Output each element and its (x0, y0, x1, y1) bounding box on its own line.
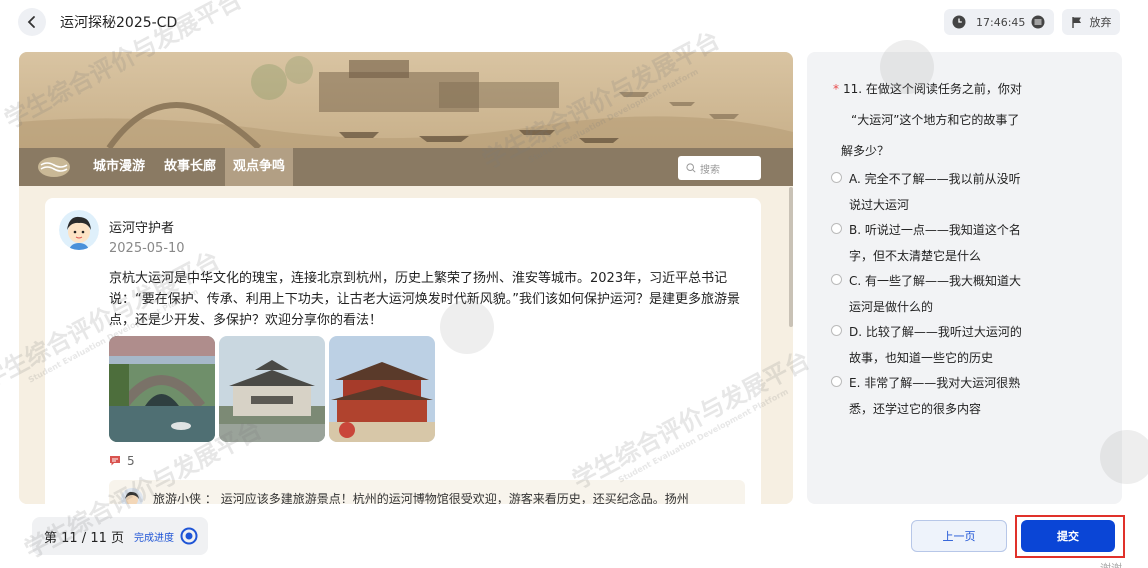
tab-debate[interactable]: 观点争鸣 (225, 148, 294, 186)
back-button[interactable] (18, 8, 46, 36)
post-card: 运河守护者 2025-05-10 京杭大运河是中华文化的瑰宝，连接北京到杭州，历… (45, 198, 761, 504)
timer: 17:46:45 (944, 9, 1054, 35)
give-up-label: 放弃 (1089, 16, 1112, 29)
canal-museum-photo[interactable] (219, 336, 325, 442)
search-placeholder: 搜索 (700, 164, 720, 176)
page-number: 第 11 / 11 页 (44, 530, 124, 546)
post-scrollbar[interactable] (789, 187, 793, 327)
tab-city-tour[interactable]: 城市漫游 (85, 148, 153, 186)
required-mark: * (833, 82, 839, 96)
option-a-line-1: A. 完全不了解——我以前从没听 (849, 172, 1021, 186)
search-input[interactable]: 搜索 (678, 156, 761, 180)
option-b-line-1: B. 听说过一点——我知道这个名 (849, 223, 1021, 237)
radio-d[interactable] (831, 325, 842, 336)
comment-icon (110, 456, 120, 466)
reply-text: 旅游小侠 ： 运河应该多建旅游景点！杭州的运河博物馆很受欢迎，游客来看历史，还买… (153, 490, 689, 504)
option-b[interactable]: B. 听说过一点——我知道这个名 字，但不太清楚它是什么 (831, 217, 1061, 269)
radio-a[interactable] (831, 172, 842, 183)
option-d[interactable]: D. 比较了解——我听过大运河的 故事，也知道一些它的历史 (831, 319, 1061, 371)
page-indicator: 第 11 / 11 页 完成进度 (32, 517, 208, 555)
option-c-line-1: C. 有一些了解——我大概知道大 (849, 274, 1022, 288)
canal-tower-photo[interactable] (329, 336, 435, 442)
post-list: 运河守护者 2025-05-10 京杭大运河是中华文化的瑰宝，连接北京到杭州，历… (19, 186, 793, 504)
question-stem-line-2: “大运河”这个地方和它的故事了 (851, 113, 1020, 127)
option-a-line-2: 说过大运河 (849, 198, 910, 212)
flag-icon (1071, 16, 1081, 28)
option-e-line-1: E. 非常了解——我对大运河很熟 (849, 376, 1021, 390)
page-title: 运河探秘2025-CD (60, 15, 178, 31)
comment-count[interactable]: 5 (109, 454, 135, 468)
option-d-line-1: D. 比较了解——我听过大运河的 (849, 325, 1022, 339)
canal-bridge-photo[interactable] (109, 336, 215, 442)
post-date: 2025-05-10 (109, 241, 185, 256)
option-d-line-2: 故事，也知道一些它的历史 (849, 351, 994, 365)
question-panel: * 11. 在做这个阅读任务之前，你对 “大运河”这个地方和它的故事了 解多少？ … (807, 52, 1122, 504)
prev-page-button[interactable]: 上一页 (911, 520, 1007, 552)
progress-ring-icon[interactable] (180, 527, 198, 545)
timer-value: 17:46:45 (976, 15, 1026, 29)
forum-nav-bar: 城市漫游 故事长廊 观点争鸣 搜索 (19, 148, 793, 186)
question-stem-line-3: 解多少？ (841, 144, 890, 158)
corner-text: 谢谢 (1100, 560, 1122, 568)
reply-body: 运河应该多建旅游景点！杭州的运河博物馆很受欢迎，游客来看历史，还买纪念品。扬州 (220, 492, 689, 504)
radio-c[interactable] (831, 274, 842, 285)
question-stem: * 11. 在做这个阅读任务之前，你对 “大运河”这个地方和它的故事了 解多少？ (833, 74, 1063, 167)
radio-e[interactable] (831, 376, 842, 387)
option-b-line-2: 字，但不太清楚它是什么 (849, 249, 982, 263)
give-up-button[interactable]: 放弃 (1062, 9, 1120, 35)
post-author: 运河守护者 (109, 221, 175, 236)
post-body: 京杭大运河是中华文化的瑰宝，连接北京到杭州，历史上繁荣了扬州、淮安等城市。202… (109, 271, 740, 328)
reply-author: 旅游小侠 (153, 492, 202, 504)
reply-item: 旅游小侠 ： 运河应该多建旅游景点！杭州的运河博物馆很受欢迎，游客来看历史，还买… (109, 480, 745, 504)
search-icon (686, 163, 696, 173)
reply-separator: ： (204, 492, 217, 504)
chevron-left-icon (27, 16, 35, 28)
comment-count-value: 5 (127, 454, 135, 468)
option-c[interactable]: C. 有一些了解——我大概知道大 运河是做什么的 (831, 268, 1061, 320)
top-bar: 运河探秘2025-CD 17:46:45 放弃 (0, 0, 1148, 44)
radio-b[interactable] (831, 223, 842, 234)
canal-painting-banner (19, 52, 793, 148)
progress-label: 完成进度 (134, 532, 174, 544)
clock-icon (952, 15, 966, 29)
canal-wave-logo-icon (38, 157, 70, 177)
question-stem-line-1: 11. 在做这个阅读任务之前，你对 (843, 82, 1022, 96)
option-c-line-2: 运河是做什么的 (849, 300, 934, 314)
submit-button[interactable]: 提交 (1021, 520, 1115, 552)
option-e[interactable]: E. 非常了解——我对大运河很熟 悉，还学过它的很多内容 (831, 370, 1061, 422)
reply-avatar (121, 488, 143, 504)
avatar (59, 210, 99, 250)
hide-timer-icon[interactable] (1031, 15, 1045, 29)
reading-panel: 城市漫游 故事长廊 观点争鸣 搜索 运河守护者 2025-05-10 京杭大运河… (19, 52, 793, 504)
option-e-line-2: 悉，还学过它的很多内容 (849, 402, 982, 416)
option-a[interactable]: A. 完全不了解——我以前从没听 说过大运河 (831, 166, 1061, 218)
tab-story-gallery[interactable]: 故事长廊 (156, 148, 224, 186)
